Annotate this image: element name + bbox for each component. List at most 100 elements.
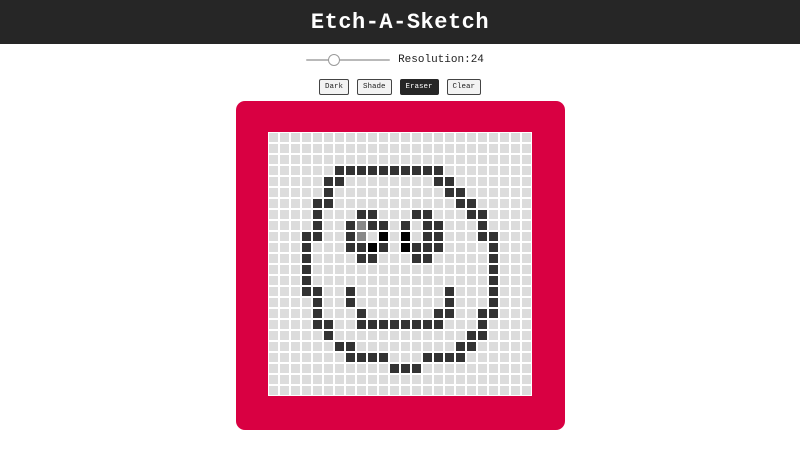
grid-cell[interactable] [499,275,510,286]
grid-cell[interactable] [268,231,279,242]
grid-cell[interactable] [290,264,301,275]
grid-cell[interactable] [312,319,323,330]
grid-cell[interactable] [334,187,345,198]
grid-cell[interactable] [400,374,411,385]
grid-cell[interactable] [279,297,290,308]
grid-cell[interactable] [411,176,422,187]
grid-cell[interactable] [477,220,488,231]
grid-cell[interactable] [444,352,455,363]
grid-cell[interactable] [466,341,477,352]
grid-cell[interactable] [279,275,290,286]
grid-cell[interactable] [510,374,521,385]
grid-cell[interactable] [422,165,433,176]
shade-button[interactable]: Shade [356,79,392,95]
grid-cell[interactable] [466,352,477,363]
grid-cell[interactable] [510,352,521,363]
grid-cell[interactable] [334,275,345,286]
grid-cell[interactable] [433,242,444,253]
grid-cell[interactable] [411,209,422,220]
grid-cell[interactable] [433,176,444,187]
grid-cell[interactable] [499,374,510,385]
grid-cell[interactable] [345,231,356,242]
grid-cell[interactable] [323,154,334,165]
grid-cell[interactable] [356,341,367,352]
grid-cell[interactable] [411,132,422,143]
grid-cell[interactable] [521,176,532,187]
grid-cell[interactable] [488,264,499,275]
grid-cell[interactable] [378,165,389,176]
grid-cell[interactable] [444,209,455,220]
grid-cell[interactable] [334,264,345,275]
grid-cell[interactable] [444,220,455,231]
grid-cell[interactable] [510,220,521,231]
grid-cell[interactable] [323,209,334,220]
grid-cell[interactable] [466,165,477,176]
grid-cell[interactable] [279,165,290,176]
grid-cell[interactable] [400,143,411,154]
grid-cell[interactable] [367,176,378,187]
grid-cell[interactable] [323,242,334,253]
grid-cell[interactable] [279,308,290,319]
grid-cell[interactable] [389,264,400,275]
grid-cell[interactable] [433,297,444,308]
grid-cell[interactable] [356,253,367,264]
grid-cell[interactable] [323,385,334,396]
grid-cell[interactable] [323,352,334,363]
grid-cell[interactable] [444,286,455,297]
slider-track[interactable] [306,59,391,61]
grid-cell[interactable] [312,330,323,341]
grid-cell[interactable] [378,154,389,165]
grid-cell[interactable] [455,231,466,242]
grid-cell[interactable] [290,319,301,330]
grid-cell[interactable] [334,374,345,385]
grid-cell[interactable] [301,165,312,176]
grid-cell[interactable] [521,308,532,319]
grid-cell[interactable] [400,363,411,374]
grid-cell[interactable] [378,341,389,352]
grid-cell[interactable] [411,187,422,198]
grid-cell[interactable] [367,154,378,165]
grid-cell[interactable] [279,352,290,363]
grid-cell[interactable] [268,341,279,352]
grid-cell[interactable] [477,253,488,264]
grid-cell[interactable] [323,253,334,264]
grid-cell[interactable] [345,154,356,165]
grid-cell[interactable] [422,286,433,297]
grid-cell[interactable] [411,198,422,209]
grid-cell[interactable] [279,242,290,253]
grid-cell[interactable] [312,275,323,286]
grid-cell[interactable] [499,385,510,396]
grid-cell[interactable] [488,341,499,352]
grid-cell[interactable] [345,143,356,154]
grid-cell[interactable] [510,253,521,264]
grid-cell[interactable] [400,231,411,242]
grid-cell[interactable] [268,308,279,319]
grid-cell[interactable] [510,319,521,330]
grid-cell[interactable] [521,319,532,330]
grid-cell[interactable] [268,385,279,396]
grid-cell[interactable] [279,341,290,352]
grid-cell[interactable] [301,132,312,143]
grid-cell[interactable] [268,352,279,363]
grid-cell[interactable] [268,264,279,275]
grid-cell[interactable] [400,198,411,209]
grid-cell[interactable] [455,143,466,154]
grid-cell[interactable] [345,286,356,297]
grid-cell[interactable] [444,264,455,275]
grid-cell[interactable] [510,242,521,253]
grid-cell[interactable] [521,352,532,363]
grid-cell[interactable] [455,198,466,209]
grid-cell[interactable] [477,143,488,154]
grid-cell[interactable] [510,275,521,286]
grid-cell[interactable] [301,242,312,253]
grid-cell[interactable] [323,286,334,297]
grid-cell[interactable] [356,242,367,253]
grid-cell[interactable] [279,198,290,209]
grid-cell[interactable] [444,330,455,341]
grid-cell[interactable] [466,308,477,319]
grid-cell[interactable] [367,363,378,374]
grid-cell[interactable] [389,297,400,308]
grid-cell[interactable] [268,220,279,231]
grid-cell[interactable] [279,319,290,330]
grid-cell[interactable] [466,319,477,330]
